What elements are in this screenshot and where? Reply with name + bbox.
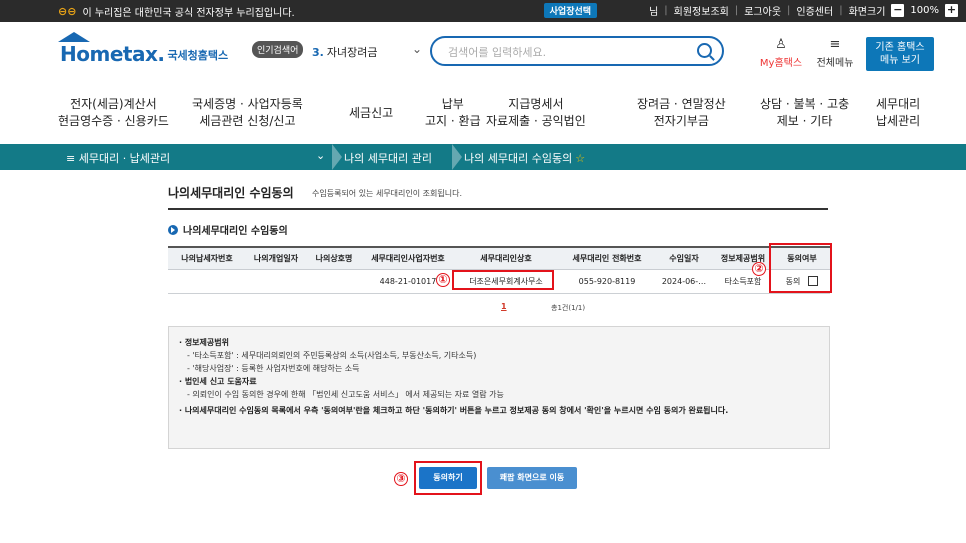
zoom-level: 100% — [910, 5, 939, 16]
gov-emblem-icon: ⊖⊖ — [58, 5, 77, 18]
old-menu-button[interactable]: 기존 홈택스 메뉴 보기 — [866, 37, 934, 71]
col-header: 세무대리인 전화번호 — [558, 246, 656, 270]
zoom-out-button[interactable]: − — [891, 4, 905, 17]
page-description: 수임등록되어 있는 세무대리인이 조회됩니다. — [312, 189, 463, 198]
site-header: Hometax. 국세청홈택스 인기검색어 3.자녀장려금 ⌄ ♙ My홈택스 … — [0, 22, 966, 88]
breadcrumb-separator-icon — [452, 144, 464, 170]
col-header: 수임일자 — [656, 246, 712, 270]
cell-open-date — [246, 269, 306, 294]
nav-item-tax-agent[interactable]: 세무대리 납세관리 — [876, 96, 920, 130]
breadcrumb-separator-icon — [332, 144, 344, 170]
cell-taxpayer-no — [168, 269, 246, 294]
page-title: 나의세무대리인 수임동의 — [168, 186, 294, 200]
col-header: 나의납세자번호 — [168, 246, 246, 270]
all-menu-label: 전체메뉴 — [816, 58, 854, 69]
col-header: 나의상호명 — [306, 246, 362, 270]
logout-link[interactable]: 로그아웃 — [744, 3, 781, 18]
user-icon: ♙ — [775, 37, 787, 52]
screen-size-label: 화면크기 — [848, 7, 886, 18]
info-line: - '해당사업장' : 등록한 사업자번호에 해당하는 소득 — [187, 364, 360, 373]
nav-item-consult[interactable]: 상담 · 불복 · 고충 제보 · 기타 — [760, 96, 849, 130]
my-hometax-button[interactable]: ♙ My홈택스 — [757, 37, 805, 70]
chevron-down-icon[interactable]: ⌄ — [412, 42, 422, 56]
chevron-down-icon[interactable]: ⌄ — [316, 149, 325, 162]
page-link[interactable]: 1 — [501, 302, 507, 311]
house-roof-icon — [58, 32, 90, 42]
table-header-row: 나의납세자번호 나의개업일자 나의상호명 세무대리인사업자번호 세무대리인상호 … — [168, 246, 830, 270]
nav-item-statement[interactable]: 지급명세서 자료제출 · 공익법인 — [486, 96, 586, 130]
col-header: 나의개업일자 — [246, 246, 306, 270]
section-heading: 나의세무대리인 수임동의 — [168, 222, 288, 237]
nav-item-incentive[interactable]: 장려금 · 연말정산 전자기부금 — [637, 96, 726, 130]
breadcrumb-level2[interactable]: 나의 세무대리 수임동의 ☆ — [464, 150, 585, 166]
breadcrumb-level1[interactable]: 나의 세무대리 관리 — [344, 150, 432, 166]
search-input[interactable] — [446, 43, 686, 61]
breadcrumb: ≡ 세무대리 · 납세관리 ⌄ 나의 세무대리 관리 나의 세무대리 수임동의 ☆ — [0, 144, 966, 170]
highlight-agent-name — [452, 270, 554, 290]
user-suffix: 님 — [649, 7, 659, 18]
highlight-consent-column — [769, 243, 832, 293]
nav-item-tax-invoice[interactable]: 전자(세금)계산서 현금영수증 · 신용카드 — [58, 96, 169, 130]
main-nav: 전자(세금)계산서 현금영수증 · 신용카드 국세증명 · 사업자등록 세금관련 신… — [0, 88, 966, 144]
my-hometax-label: My홈택스 — [759, 58, 803, 69]
hometax-logo[interactable]: Hometax. 국세청홈택스 — [58, 32, 229, 66]
info-box: · 정보제공범위 - '타소득포함' : 세무대리의뢰인의 주민등록상의 소득(… — [168, 326, 830, 449]
zoom-in-button[interactable]: + — [945, 4, 958, 17]
star-icon[interactable]: ☆ — [575, 152, 585, 165]
total-count: 총1건(1/1) — [551, 304, 586, 312]
marker-3: ③ — [394, 472, 408, 486]
marker-2: ② — [752, 262, 766, 276]
info-line: - 의뢰인이 수임 동의한 경우에 한해 「법인세 신고도움 서비스」 에서 제… — [187, 390, 504, 399]
gov-notice-text: 이 누리집은 대한민국 공식 전자정부 누리집입니다. — [82, 8, 295, 19]
info-line: - '타소득포함' : 세무대리의뢰인의 주민등록상의 소득(사업소득, 부동산… — [187, 351, 477, 360]
breadcrumb-menu[interactable]: ≡ 세무대리 · 납세관리 — [66, 150, 170, 166]
col-header: 세무대리인상호 — [454, 246, 558, 270]
info-heading: · 법인세 신고 도움자료 — [179, 377, 257, 386]
hamburger-icon: ≡ — [829, 37, 841, 52]
highlight-agree-button — [414, 461, 482, 495]
member-info-link[interactable]: 회원정보조회 — [674, 3, 729, 18]
business-select-button[interactable]: 사업장선택 — [543, 3, 598, 18]
nav-item-tax-return[interactable]: 세금신고 — [349, 105, 393, 122]
cert-center-link[interactable]: 인증센터 — [796, 3, 833, 18]
back-to-prev-button[interactable]: 쾌팝 화면으로 이동 — [487, 467, 577, 489]
cell-appoint-date: 2024-06-… — [656, 269, 712, 294]
cell-company-name — [306, 269, 362, 294]
popular-search-label: 인기검색어 — [252, 41, 304, 58]
col-header: 세무대리인사업자번호 — [362, 246, 454, 270]
marker-1: ① — [436, 273, 450, 287]
logo-wordmark: Hometax. — [58, 32, 165, 66]
nav-item-payment[interactable]: 납부 고지 · 환급 — [425, 96, 481, 130]
title-divider — [168, 208, 828, 210]
gov-notice-bar: ⊖⊖ 이 누리집은 대한민국 공식 전자정부 누리집입니다. 사업장선택 님 |… — [0, 0, 966, 22]
info-heading: · 정보제공범위 — [179, 338, 229, 347]
all-menu-button[interactable]: ≡ 전체메뉴 — [812, 37, 858, 70]
logo-korean: 국세청홈택스 — [167, 49, 229, 62]
popular-search-term[interactable]: 3. 자녀장려금 — [312, 44, 377, 60]
search-box — [430, 36, 724, 66]
info-instruction: · 나의세무대리인 수임동의 목록에서 우측 '동의여부'란을 체크하고 하단 … — [179, 406, 729, 415]
gov-notice: ⊖⊖ 이 누리집은 대한민국 공식 전자정부 누리집입니다. — [58, 4, 295, 19]
cell-agent-phone: 055-920-8119 — [558, 269, 656, 294]
nav-item-certificate[interactable]: 국세증명 · 사업자등록 세금관련 신청/신고 — [192, 96, 303, 130]
bullet-icon — [168, 224, 178, 235]
search-icon[interactable] — [697, 43, 712, 58]
user-utility-menu: 사업장선택 님 | 회원정보조회 | 로그아웃 | 인증센터 | 화면크기 − … — [543, 3, 958, 18]
